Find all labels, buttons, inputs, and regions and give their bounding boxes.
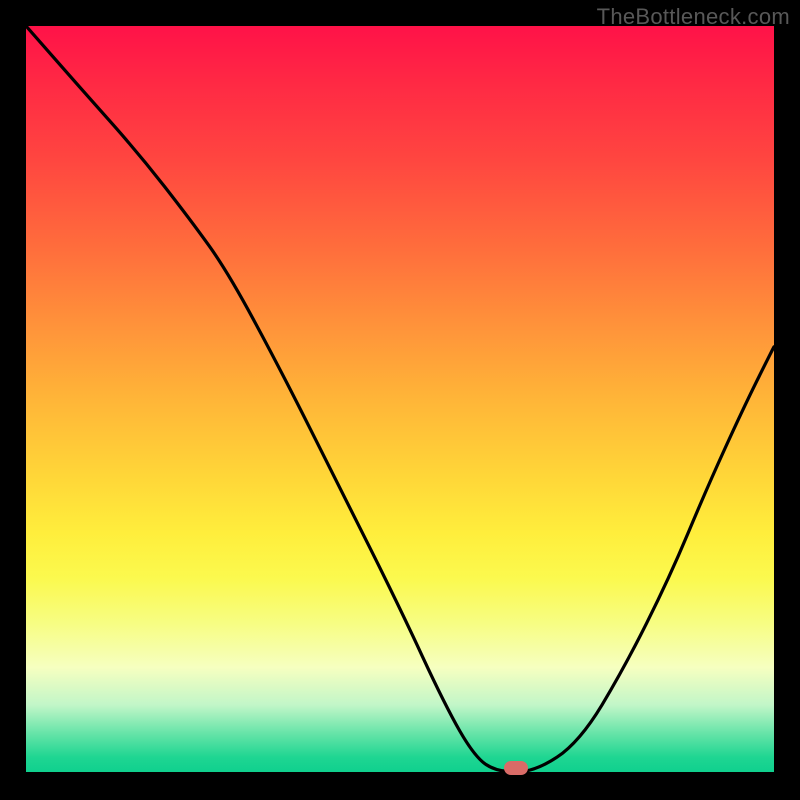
plot-area bbox=[26, 26, 774, 772]
chart-frame: TheBottleneck.com bbox=[0, 0, 800, 800]
watermark-text: TheBottleneck.com bbox=[597, 4, 790, 30]
bottleneck-curve bbox=[26, 26, 774, 772]
optimal-marker-icon bbox=[504, 761, 528, 775]
